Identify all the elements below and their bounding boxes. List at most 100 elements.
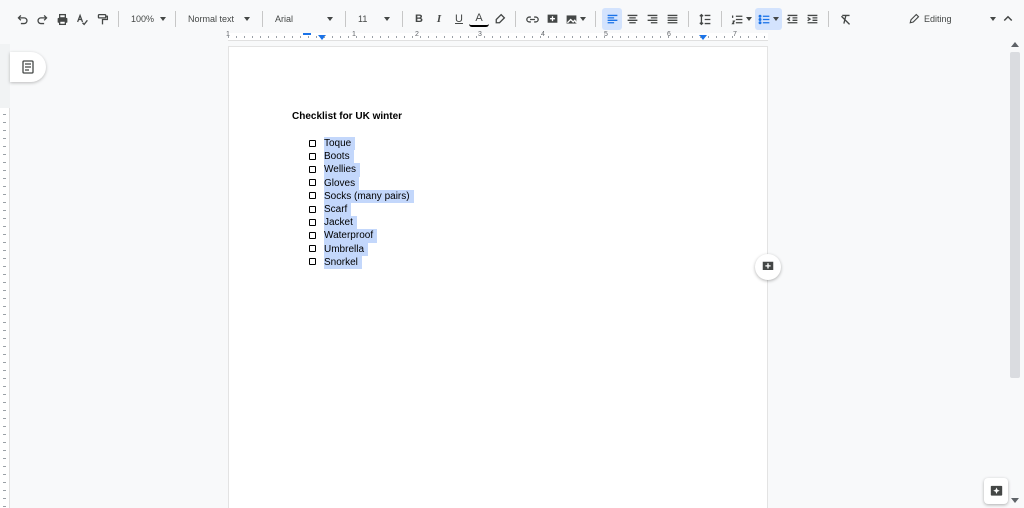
increase-indent-button[interactable] (802, 8, 822, 30)
zoom-select[interactable]: 100% (125, 8, 169, 30)
vertical-ruler[interactable] (0, 44, 10, 508)
ruler-tick (3, 146, 6, 147)
ruler-tick (3, 314, 6, 315)
editing-mode-select[interactable]: Editing (908, 6, 996, 32)
list-item-text[interactable]: Gloves (324, 176, 360, 190)
toolbar-divider (828, 11, 829, 27)
horizontal-ruler[interactable]: 1 1 2 3 4 5 6 7 (226, 31, 768, 41)
ruler-tick (636, 36, 637, 38)
ruler-tick (3, 322, 6, 323)
document-heading: Checklist for UK winter (292, 111, 403, 122)
align-center-button[interactable] (622, 8, 642, 30)
italic-button[interactable]: I (429, 8, 449, 30)
ruler-tick (3, 194, 6, 195)
list-item-text[interactable]: Wellies (324, 163, 361, 177)
ruler-tick (492, 36, 493, 38)
paragraph-style-select[interactable]: Normal text (182, 8, 256, 30)
ruler-tick (3, 218, 6, 219)
redo-button[interactable] (32, 8, 52, 30)
text-color-button[interactable]: A (469, 11, 489, 27)
collapse-menus-button[interactable] (998, 8, 1018, 30)
numbered-list-button[interactable] (728, 8, 755, 30)
scroll-thumb[interactable] (1010, 52, 1020, 378)
align-left-button[interactable] (602, 8, 622, 30)
font-value: Arial (275, 14, 294, 24)
ruler-tick (348, 36, 349, 38)
ruler-tick (596, 36, 597, 38)
ruler-tick (644, 36, 645, 38)
spellcheck-button[interactable] (72, 8, 92, 30)
insert-image-button[interactable] (562, 8, 589, 30)
document-outline-button[interactable] (10, 52, 46, 82)
ruler-tick (316, 36, 317, 38)
insert-comment-button[interactable] (542, 8, 562, 30)
chevron-down-icon (773, 17, 779, 21)
list-item-text[interactable]: Toque (324, 137, 356, 151)
ruler-tick (516, 36, 517, 38)
ruler-tick (604, 36, 605, 38)
checkbox[interactable] (309, 139, 316, 147)
checkbox[interactable] (309, 179, 316, 187)
document-page[interactable]: Checklist for UK winter Toque Boots Well… (228, 46, 768, 508)
undo-button[interactable] (12, 8, 32, 30)
ruler-tick (3, 306, 6, 307)
checkbox[interactable] (309, 152, 316, 160)
list-item-text[interactable]: Boots (324, 150, 354, 164)
ruler-tick (276, 36, 277, 38)
checkbox[interactable] (309, 218, 316, 226)
align-justify-button[interactable] (662, 8, 682, 30)
checkbox[interactable] (309, 245, 316, 253)
font-select[interactable]: Arial (269, 8, 339, 30)
bold-button[interactable]: B (409, 8, 429, 30)
decrease-indent-icon (785, 14, 797, 23)
list-item-text[interactable]: Waterproof (324, 229, 378, 243)
paragraph-style-value: Normal text (188, 14, 235, 24)
ruler-tick (548, 36, 549, 38)
font-size-select[interactable]: 11 (352, 8, 396, 30)
ruler-tick (3, 362, 6, 363)
list-item-text[interactable]: Umbrella (324, 242, 369, 256)
ruler-tick (572, 36, 573, 38)
insert-link-button[interactable] (522, 8, 542, 30)
ruler-tick (3, 466, 6, 467)
add-comment-button[interactable] (755, 254, 781, 280)
list-item-text[interactable]: Snorkel (324, 255, 362, 269)
highlight-color-button[interactable] (489, 8, 509, 30)
checkbox[interactable] (309, 192, 316, 200)
increase-indent-icon (806, 14, 817, 23)
list-item: Waterproof (309, 229, 414, 243)
checkbox[interactable] (309, 205, 316, 213)
ruler-tick (3, 170, 6, 171)
line-spacing-button[interactable] (695, 8, 715, 30)
outline-icon (22, 60, 34, 74)
list-item-text[interactable]: Socks (many pairs) (324, 189, 414, 203)
ruler-tick (3, 258, 6, 259)
scroll-up-arrow[interactable] (1011, 42, 1019, 47)
numbered-list-icon (731, 14, 743, 24)
explore-button[interactable] (984, 478, 1008, 504)
ruler-tick (3, 506, 6, 507)
print-button[interactable] (52, 8, 72, 30)
ruler-tick (3, 418, 6, 419)
decrease-indent-button[interactable] (782, 8, 802, 30)
scroll-down-arrow[interactable] (1011, 498, 1019, 503)
ruler-tick (460, 36, 461, 38)
align-right-button[interactable] (642, 8, 662, 30)
ruler-number: 7 (733, 31, 737, 38)
checkbox[interactable] (309, 258, 316, 266)
first-line-indent-marker[interactable] (303, 33, 311, 35)
chevron-down-icon (384, 17, 390, 21)
clear-formatting-button[interactable] (835, 8, 855, 30)
paint-format-button[interactable] (92, 8, 112, 30)
list-item-text[interactable]: Jacket (324, 216, 357, 230)
vertical-scrollbar[interactable] (1008, 40, 1024, 508)
underline-button[interactable]: U (449, 8, 469, 30)
checkbox[interactable] (309, 231, 316, 239)
bulleted-list-button[interactable] (755, 8, 782, 30)
ruler-tick (500, 36, 501, 38)
list-item-text[interactable]: Scarf (324, 202, 352, 217)
ruler-tick (748, 36, 749, 38)
checkbox[interactable] (309, 165, 316, 173)
ruler-tick (3, 330, 6, 331)
ruler-tick (3, 338, 6, 339)
